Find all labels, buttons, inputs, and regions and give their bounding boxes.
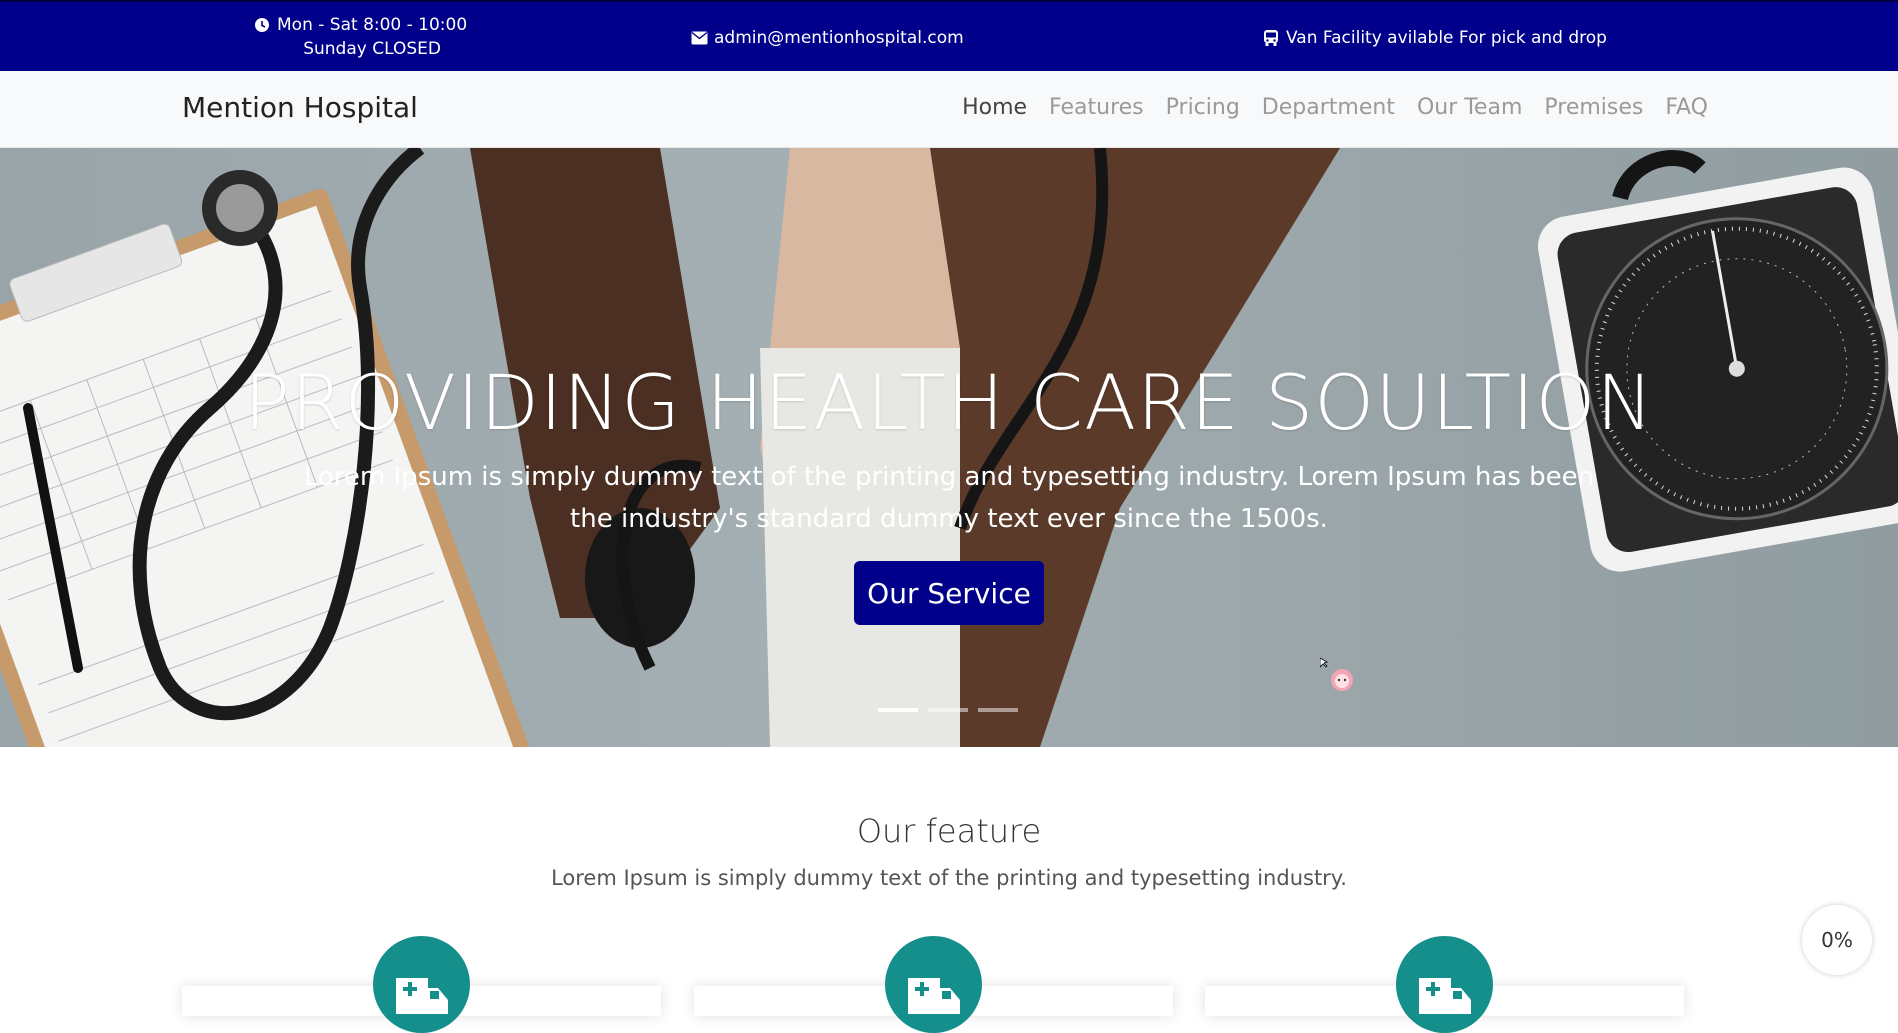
hero-title: PROVIDING HEALTH CARE SOULTION — [243, 358, 1655, 447]
bus-icon — [1262, 26, 1280, 50]
main-navbar: Mention Hospital Home Features Pricing D… — [0, 71, 1898, 148]
hero-background-image — [0, 148, 1898, 747]
feature-section-subtitle: Lorem Ipsum is simply dummy text of the … — [551, 866, 1347, 890]
nav-item-home[interactable]: Home — [962, 95, 1027, 120]
clock-icon — [253, 13, 271, 37]
ambulance-icon — [907, 978, 960, 1014]
cursor-pet-icon — [1320, 658, 1353, 691]
our-service-button[interactable]: Our Service — [854, 561, 1044, 625]
scroll-progress-badge[interactable]: 0% — [1802, 905, 1872, 975]
opening-hours: Mon - Sat 8:00 - 10:00 Sunday CLOSED — [253, 13, 467, 61]
carousel-indicators — [878, 708, 1018, 712]
van-facility: Van Facility avilable For pick and drop — [1262, 26, 1607, 50]
nav-item-pricing[interactable]: Pricing — [1166, 95, 1240, 120]
van-text: Van Facility avilable For pick and drop — [1286, 28, 1607, 48]
nav-item-features[interactable]: Features — [1049, 95, 1144, 120]
ambulance-icon — [395, 978, 448, 1014]
nav-item-our-team[interactable]: Our Team — [1417, 95, 1522, 120]
feature-icon-3 — [1396, 936, 1493, 1033]
nav-item-department[interactable]: Department — [1262, 95, 1395, 120]
carousel-indicator-1[interactable] — [878, 708, 918, 712]
hero-carousel: PROVIDING HEALTH CARE SOULTION Lorem Ips… — [0, 148, 1898, 747]
carousel-indicator-2[interactable] — [928, 708, 968, 712]
contact-email[interactable]: admin@mentionhospital.com — [690, 26, 964, 50]
nav-item-premises[interactable]: Premises — [1544, 95, 1643, 120]
nav-menu: Home Features Pricing Department Our Tea… — [962, 95, 1708, 120]
email-text[interactable]: admin@mentionhospital.com — [714, 26, 964, 50]
hero-description: Lorem Ipsum is simply dummy text of the … — [303, 462, 1595, 534]
brand-logo[interactable]: Mention Hospital — [182, 91, 418, 124]
hours-sunday: Sunday CLOSED — [303, 39, 441, 59]
top-info-bar: Mon - Sat 8:00 - 10:00 Sunday CLOSED adm… — [0, 0, 1898, 71]
carousel-indicator-3[interactable] — [978, 708, 1018, 712]
feature-section-title: Our feature — [856, 812, 1042, 850]
feature-icon-2 — [885, 936, 982, 1033]
nav-item-faq[interactable]: FAQ — [1665, 95, 1708, 120]
envelope-icon — [690, 26, 708, 50]
ambulance-icon — [1418, 978, 1471, 1014]
hours-weekdays: Mon - Sat 8:00 - 10:00 — [277, 15, 468, 35]
feature-icon-1 — [373, 936, 470, 1033]
